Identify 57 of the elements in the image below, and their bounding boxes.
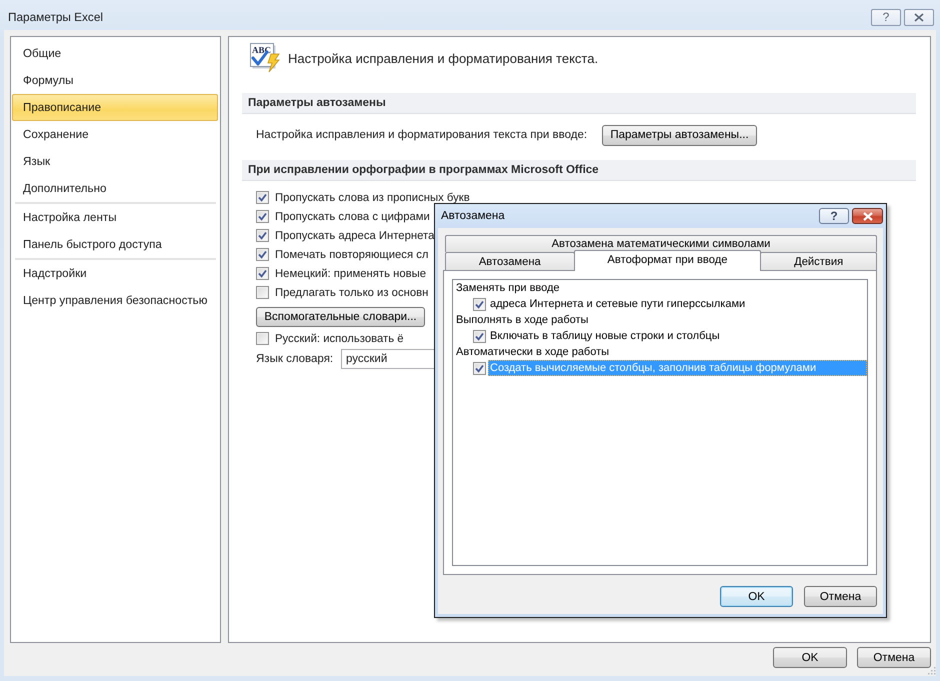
checkbox-label[interactable]: Пропускать слова из прописных букв — [275, 192, 470, 204]
checkbox-label[interactable]: Пропускать слова с цифрами — [275, 210, 430, 222]
checkbox[interactable] — [473, 298, 486, 310]
ok-button[interactable]: OK — [720, 586, 793, 607]
ok-button[interactable]: OK — [773, 647, 847, 668]
sidebar-item[interactable]: Настройка ленты — [12, 204, 218, 231]
sidebar-item[interactable]: Центр управления безопасностью — [12, 287, 218, 314]
list-option[interactable]: Включать в таблицу новые строки и столбцы — [488, 328, 867, 344]
sidebar-item[interactable]: Надстройки — [12, 260, 218, 287]
checkbox[interactable] — [256, 210, 269, 223]
checkbox-label[interactable]: Русский: использовать ё — [275, 332, 404, 344]
tab[interactable]: Автозамена математическими символами — [445, 235, 877, 252]
help-button[interactable]: ? — [871, 8, 901, 26]
checkbox[interactable] — [256, 191, 269, 204]
checkbox[interactable] — [256, 229, 269, 242]
autocorrect-options-button[interactable]: Параметры автозамены... — [602, 124, 757, 146]
checkbox[interactable] — [256, 286, 269, 299]
resize-grip-icon[interactable] — [927, 666, 936, 675]
checkbox[interactable] — [256, 267, 269, 280]
checkbox[interactable] — [256, 332, 269, 345]
list-option[interactable]: адреса Интернета и сетевые пути гиперссылками — [488, 296, 867, 312]
sidebar-item[interactable]: Сохранение — [12, 121, 218, 148]
page-heading: Настройка исправления и форматирования текста. — [288, 50, 598, 66]
tab[interactable]: Действия — [760, 252, 877, 270]
sidebar-item[interactable]: Язык — [12, 148, 218, 175]
checkbox-label[interactable]: Помечать повторяющиеся сл — [275, 248, 428, 260]
dropdown-field[interactable]: русский — [341, 349, 435, 369]
close-button[interactable] — [852, 208, 883, 224]
sidebar-item[interactable]: Формулы — [12, 67, 218, 94]
option-label: Настройка исправления и форматирования текста при вводе: — [256, 129, 588, 141]
tab[interactable]: Автоформат при вводе — [574, 250, 762, 271]
checkbox[interactable] — [256, 248, 269, 261]
field-label: Язык словаря: — [256, 353, 334, 365]
section-header: Параметры автозамены — [242, 93, 916, 114]
help-button[interactable]: ? — [819, 208, 849, 224]
checkbox-label[interactable]: Пропускать адреса Интернета — [275, 230, 434, 242]
dialog-title: Автозамена — [441, 210, 505, 222]
sidebar-item[interactable]: Дополнительно — [12, 175, 218, 202]
cancel-button[interactable]: Отмена — [804, 586, 877, 607]
close-button[interactable] — [904, 8, 934, 26]
group-heading: Автоматически в ходе работы — [455, 345, 610, 360]
close-icon — [914, 12, 924, 22]
sidebar-item[interactable]: Общие — [12, 40, 218, 67]
group-heading: Выполнять в ходе работы — [455, 313, 590, 328]
window-title: Параметры Excel — [8, 10, 104, 24]
sidebar-item[interactable]: Правописание — [12, 94, 218, 121]
checkbox[interactable] — [473, 330, 486, 342]
dictionaries-button[interactable]: Вспомогательные словари... — [256, 307, 425, 327]
tab[interactable]: Автозамена — [445, 252, 575, 270]
section-header: При исправлении орфографии в программах Microsoft Office — [242, 160, 916, 181]
checkbox-label[interactable]: Немецкий: применять новые — [275, 268, 426, 280]
close-icon — [862, 212, 874, 220]
checkbox-label[interactable]: Предлагать только из основн — [275, 286, 428, 298]
sidebar-item[interactable]: Панель быстрого доступа — [12, 231, 218, 258]
cancel-button[interactable]: Отмена — [857, 647, 931, 668]
group-heading: Заменять при вводе — [455, 281, 561, 296]
checkbox[interactable] — [473, 362, 486, 374]
